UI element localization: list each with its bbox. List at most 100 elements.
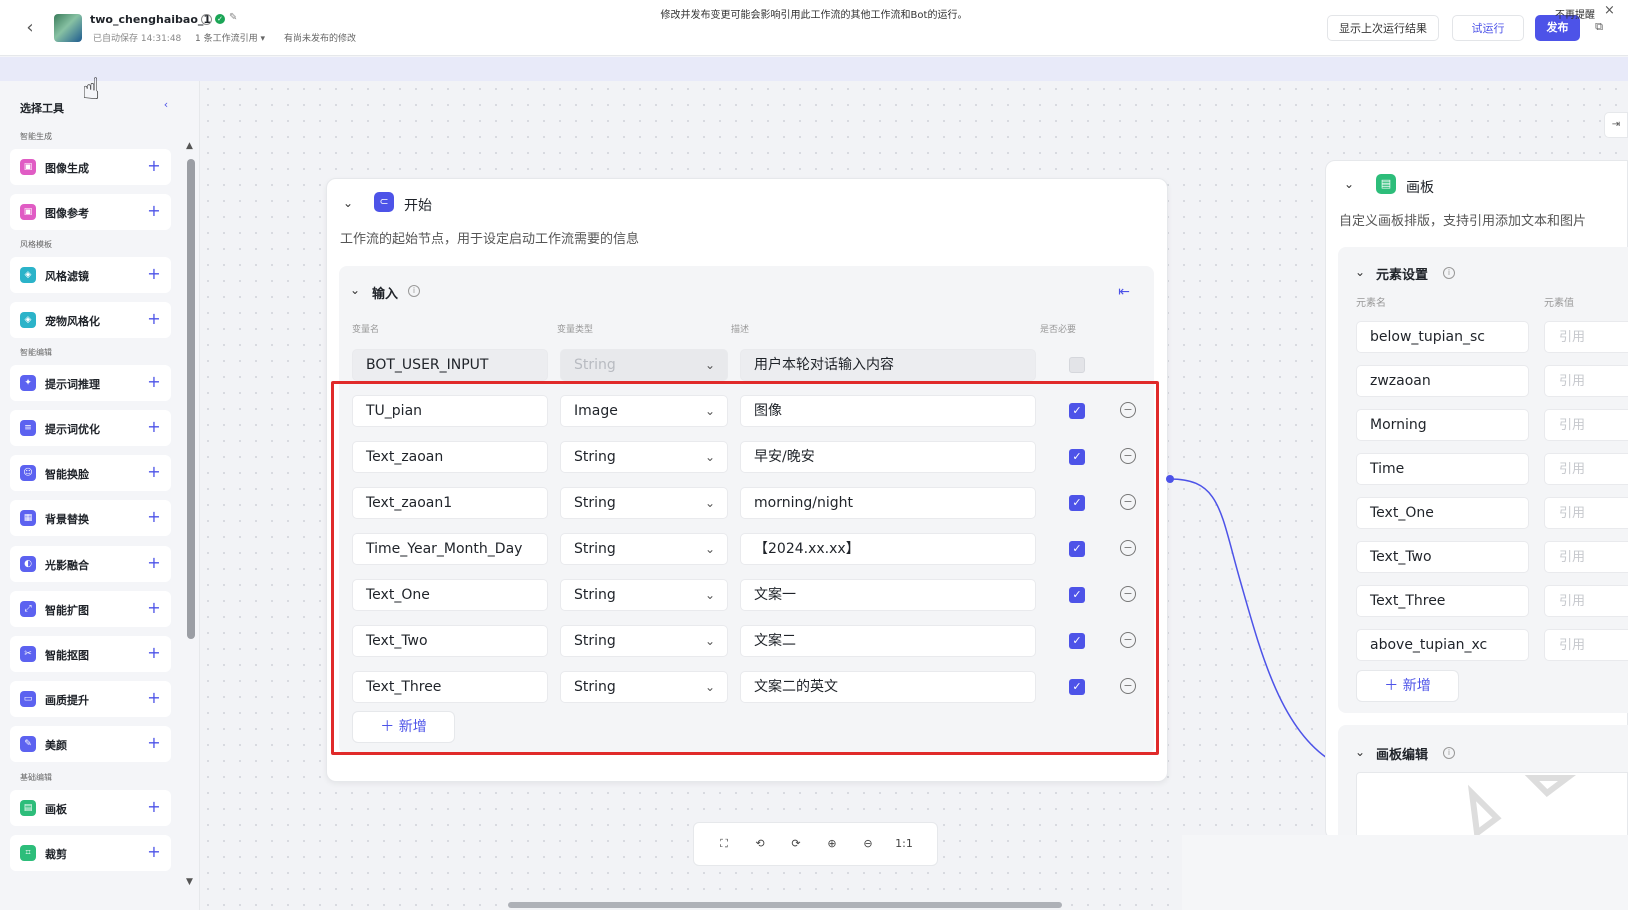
info-icon[interactable]: i	[1443, 747, 1455, 759]
board-node-icon: ▤	[1376, 174, 1396, 194]
tool-image-reference[interactable]: ▣ 图像参考 +	[10, 194, 171, 230]
element-reference-field[interactable]: 引用	[1544, 541, 1628, 573]
export-input-icon[interactable]: ⇤	[1114, 282, 1134, 302]
close-icon[interactable]: ×	[1604, 3, 1615, 18]
variable-description-field: 用户本轮对话输入内容	[740, 349, 1036, 381]
canvas-horizontal-scrollbar[interactable]	[508, 902, 1062, 908]
fit-view-icon[interactable]: ⛶	[713, 833, 735, 855]
tool-image-generation[interactable]: ▣ 图像生成 +	[10, 149, 171, 185]
column-header-element-value: 元素值	[1544, 298, 1574, 309]
add-icon[interactable]: +	[143, 308, 165, 330]
element-name-field[interactable]: above_tupian_xc	[1356, 629, 1529, 661]
cutout-icon: ✂	[20, 646, 36, 662]
tool-background-replace[interactable]: ▦ 背景替换 +	[10, 500, 171, 536]
add-icon[interactable]: +	[143, 732, 165, 754]
zoom-out-icon[interactable]: ⊖	[857, 833, 879, 855]
autosave-status: 已自动保存 14:31:48	[93, 34, 182, 44]
tool-board[interactable]: ▤ 画板 +	[10, 790, 171, 826]
element-name-field[interactable]: Time	[1356, 453, 1529, 485]
category-label: 智能生成	[20, 132, 52, 141]
column-header-element-name: 元素名	[1356, 298, 1386, 309]
chevron-down-icon[interactable]: ⌄	[343, 195, 359, 211]
category-label: 基础编辑	[20, 773, 52, 782]
face-swap-icon: ☺	[20, 465, 36, 481]
panel-toggle-icon[interactable]: ⇥	[1604, 112, 1628, 138]
element-reference-field[interactable]: 引用	[1544, 365, 1628, 397]
tool-prompt-optimize[interactable]: ≡ 提示词优化 +	[10, 410, 171, 446]
element-name-field[interactable]: Text_Three	[1356, 585, 1529, 617]
element-reference-field[interactable]: 引用	[1544, 629, 1628, 661]
tool-style-filter[interactable]: ◈ 风格滤镜 +	[10, 257, 171, 293]
add-icon[interactable]: +	[143, 642, 165, 664]
add-icon[interactable]: +	[143, 552, 165, 574]
pet-icon: ◈	[20, 312, 36, 328]
warning-banner	[0, 57, 1628, 81]
scroll-up-icon[interactable]: ▲	[186, 141, 193, 151]
rotate-right-icon[interactable]: ⟳	[785, 833, 807, 855]
start-node-description: 工作流的起始节点，用于设定启动工作流需要的信息	[340, 232, 640, 247]
collapse-sidebar-icon[interactable]: ‹	[157, 96, 175, 114]
add-icon[interactable]: +	[143, 461, 165, 483]
zoom-in-icon[interactable]: ⊕	[821, 833, 843, 855]
add-icon[interactable]: +	[143, 371, 165, 393]
tool-light-fusion[interactable]: ◐ 光影融合 +	[10, 546, 171, 582]
image-expand-icon: ⤢	[20, 601, 36, 617]
chevron-down-icon[interactable]: ⌄	[1355, 745, 1365, 759]
add-icon[interactable]: +	[143, 687, 165, 709]
board-edit-title: 画板编辑	[1376, 748, 1429, 763]
add-icon[interactable]: +	[143, 200, 165, 222]
element-name-field[interactable]: Text_One	[1356, 497, 1529, 529]
category-label: 智能编辑	[20, 348, 52, 357]
element-name-field[interactable]: Text_Two	[1356, 541, 1529, 573]
tool-smart-cutout[interactable]: ✂ 智能抠图 +	[10, 636, 171, 672]
column-header-required: 是否必要	[1040, 325, 1077, 335]
input-section-title: 输入	[372, 287, 399, 302]
node-connector	[1166, 475, 1334, 764]
column-header-type: 变量类型	[557, 325, 594, 335]
rotate-left-icon[interactable]: ⟲	[749, 833, 771, 855]
prompt-optimize-icon: ≡	[20, 420, 36, 436]
element-reference-field[interactable]: 引用	[1544, 453, 1628, 485]
board-preview[interactable]	[1356, 772, 1628, 842]
element-reference-field[interactable]: 引用	[1544, 409, 1628, 441]
tool-quality-enhance[interactable]: ▭ 画质提升 +	[10, 681, 171, 717]
chevron-down-icon[interactable]: ⌄	[350, 283, 360, 297]
canvas-overlay	[1182, 835, 1628, 910]
add-icon[interactable]: +	[143, 263, 165, 285]
element-reference-field[interactable]: 引用	[1544, 585, 1628, 617]
chevron-down-icon[interactable]: ⌄	[1355, 265, 1365, 279]
tool-prompt-inference[interactable]: ✦ 提示词推理 +	[10, 365, 171, 401]
reference-count-dropdown[interactable]: 1 条工作流引用 ▾	[195, 31, 265, 44]
element-name-field[interactable]: below_tupian_sc	[1356, 321, 1529, 353]
image-generation-icon: ▣	[20, 159, 36, 175]
chevron-down-icon[interactable]: ⌄	[1344, 177, 1354, 191]
add-icon[interactable]: +	[143, 506, 165, 528]
actual-size-icon[interactable]: 1:1	[893, 833, 915, 855]
element-reference-field[interactable]: 引用	[1544, 321, 1628, 353]
info-icon[interactable]: i	[1443, 267, 1455, 279]
column-header-description: 描述	[731, 325, 750, 335]
add-icon[interactable]: +	[143, 841, 165, 863]
tool-pet-stylize[interactable]: ◈ 宠物风格化 +	[10, 302, 171, 338]
tool-crop[interactable]: ⌗ 裁剪 +	[10, 835, 171, 871]
plus-icon: ＋	[1384, 678, 1403, 694]
image-reference-icon: ▣	[20, 204, 36, 220]
element-name-field[interactable]: zwzaoan	[1356, 365, 1529, 397]
scroll-down-icon[interactable]: ▼	[186, 877, 193, 887]
add-icon[interactable]: +	[143, 796, 165, 818]
info-icon[interactable]: i	[408, 285, 420, 297]
add-element-button[interactable]: ＋ 新增	[1356, 670, 1459, 702]
dont-remind-link[interactable]: 不再提醒	[1555, 6, 1595, 21]
sidebar-scrollbar[interactable]	[187, 159, 195, 639]
add-icon[interactable]: +	[143, 155, 165, 177]
banner-text: 修改并发布变更可能会影响引用此工作流的其他工作流和Bot的运行。	[660, 10, 968, 21]
tool-beauty[interactable]: ✎ 美颜 +	[10, 726, 171, 762]
add-icon[interactable]: +	[143, 597, 165, 619]
element-reference-field[interactable]: 引用	[1544, 497, 1628, 529]
tool-face-swap[interactable]: ☺ 智能换脸 +	[10, 455, 171, 491]
background-replace-icon: ▦	[20, 510, 36, 526]
element-name-field[interactable]: Morning	[1356, 409, 1529, 441]
add-input-button[interactable]: ＋ 新增	[352, 711, 455, 743]
tool-image-expand[interactable]: ⤢ 智能扩图 +	[10, 591, 171, 627]
add-icon[interactable]: +	[143, 416, 165, 438]
